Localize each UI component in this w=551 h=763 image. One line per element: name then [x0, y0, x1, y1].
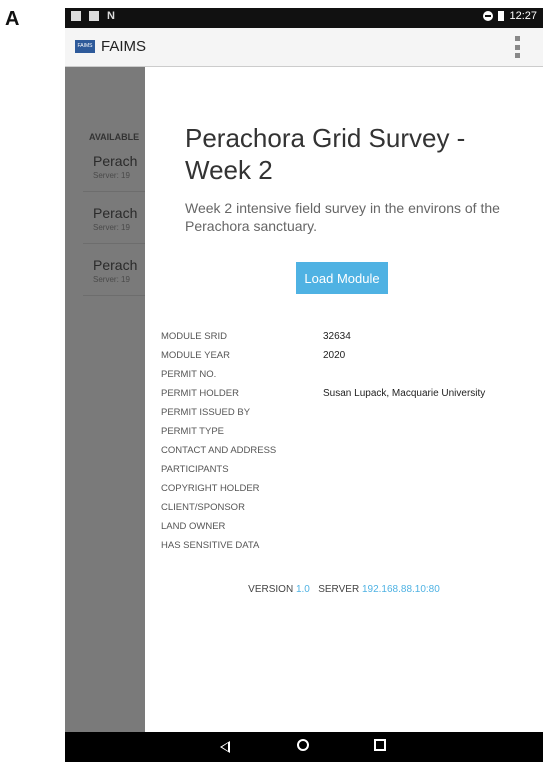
meta-row: PERMIT ISSUED BY: [161, 407, 531, 426]
meta-label: MODULE SRID: [161, 331, 227, 342]
meta-label: LAND OWNER: [161, 521, 226, 532]
meta-row: PERMIT NO.: [161, 369, 531, 388]
meta-row: PERMIT TYPE: [161, 426, 531, 445]
status-time: 12:27: [509, 10, 537, 22]
home-icon[interactable]: [297, 739, 309, 751]
meta-row: PARTICIPANTS: [161, 464, 531, 483]
module-drawer: AVAILABLE Perach Server: 19 Perach Serve…: [65, 67, 145, 732]
figure-label: A: [5, 8, 20, 30]
do-not-disturb-icon: [483, 11, 494, 21]
module-metadata: MODULE SRID 32634 MODULE YEAR 2020 PERMI…: [161, 331, 531, 559]
n-icon: N: [107, 10, 115, 22]
meta-row: HAS SENSITIVE DATA: [161, 540, 531, 559]
meta-label: PERMIT HOLDER: [161, 388, 239, 399]
drawer-header: AVAILABLE: [89, 132, 140, 142]
meta-label: HAS SENSITIVE DATA: [161, 540, 260, 551]
status-bar: N 12:27: [65, 8, 543, 28]
module-title-line2: Week 2: [185, 155, 273, 185]
meta-row: MODULE SRID 32634: [161, 331, 531, 350]
meta-row: CLIENT/SPONSOR: [161, 502, 531, 521]
module-description: Week 2 intensive field survey in the env…: [185, 200, 500, 234]
version-label: VERSION: [248, 584, 294, 595]
meta-row: PERMIT HOLDER Susan Lupack, Macquarie Un…: [161, 388, 531, 407]
meta-row: LAND OWNER: [161, 521, 531, 540]
version-footer: VERSION 1.0 SERVER 192.168.88.10:80: [145, 584, 543, 595]
image-icon: [89, 11, 99, 21]
drawer-item-server: Server: 19: [93, 275, 130, 284]
app-title: FAIMS: [101, 38, 147, 55]
server-value: 192.168.88.10:80: [361, 584, 440, 595]
faims-logo: FAIMS: [75, 40, 95, 53]
meta-value: Susan Lupack, Macquarie University: [323, 388, 486, 399]
drawer-item-title: Perach: [93, 257, 138, 273]
meta-label: COPYRIGHT HOLDER: [161, 483, 260, 494]
drawer-module-item[interactable]: Perach Server: 19: [83, 149, 145, 192]
meta-row: CONTACT AND ADDRESS: [161, 445, 531, 464]
load-module-button[interactable]: Load Module: [296, 262, 388, 294]
notification-icon: [71, 11, 81, 21]
tablet-screen: N 12:27 FAIMS FAIMS AVAILABLE Perach Ser…: [65, 8, 543, 762]
meta-label: CLIENT/SPONSOR: [161, 502, 245, 513]
meta-label: PERMIT ISSUED BY: [161, 407, 251, 418]
meta-label: PARTICIPANTS: [161, 464, 229, 475]
drawer-item-server: Server: 19: [93, 223, 130, 232]
recent-apps-icon[interactable]: [374, 739, 386, 751]
meta-label: MODULE YEAR: [161, 350, 230, 361]
battery-icon: [498, 11, 505, 21]
meta-label: CONTACT AND ADDRESS: [161, 445, 277, 456]
navigation-bar: [65, 732, 543, 762]
module-title: Perachora Grid Survey - Week 2: [185, 122, 525, 186]
drawer-item-server: Server: 19: [93, 171, 130, 180]
drawer-module-item[interactable]: Perach Server: 19: [83, 253, 145, 296]
version-value: 1.0: [295, 584, 310, 595]
module-title-line1: Perachora Grid Survey -: [185, 123, 466, 153]
back-icon[interactable]: [220, 741, 230, 753]
meta-label: PERMIT TYPE: [161, 426, 224, 437]
meta-label: PERMIT NO.: [161, 369, 217, 380]
drawer-module-item[interactable]: Perach Server: 19: [83, 201, 145, 244]
meta-row: COPYRIGHT HOLDER: [161, 483, 531, 502]
overflow-menu-icon[interactable]: [515, 36, 521, 58]
server-label: SERVER: [318, 584, 360, 595]
meta-value: 32634: [323, 331, 351, 342]
app-bar: FAIMS FAIMS: [65, 28, 543, 67]
meta-value: 2020: [323, 350, 346, 361]
module-detail-panel: Perachora Grid Survey - Week 2 Week 2 in…: [145, 67, 543, 732]
drawer-item-title: Perach: [93, 153, 138, 169]
meta-row: MODULE YEAR 2020: [161, 350, 531, 369]
drawer-item-title: Perach: [93, 205, 138, 221]
